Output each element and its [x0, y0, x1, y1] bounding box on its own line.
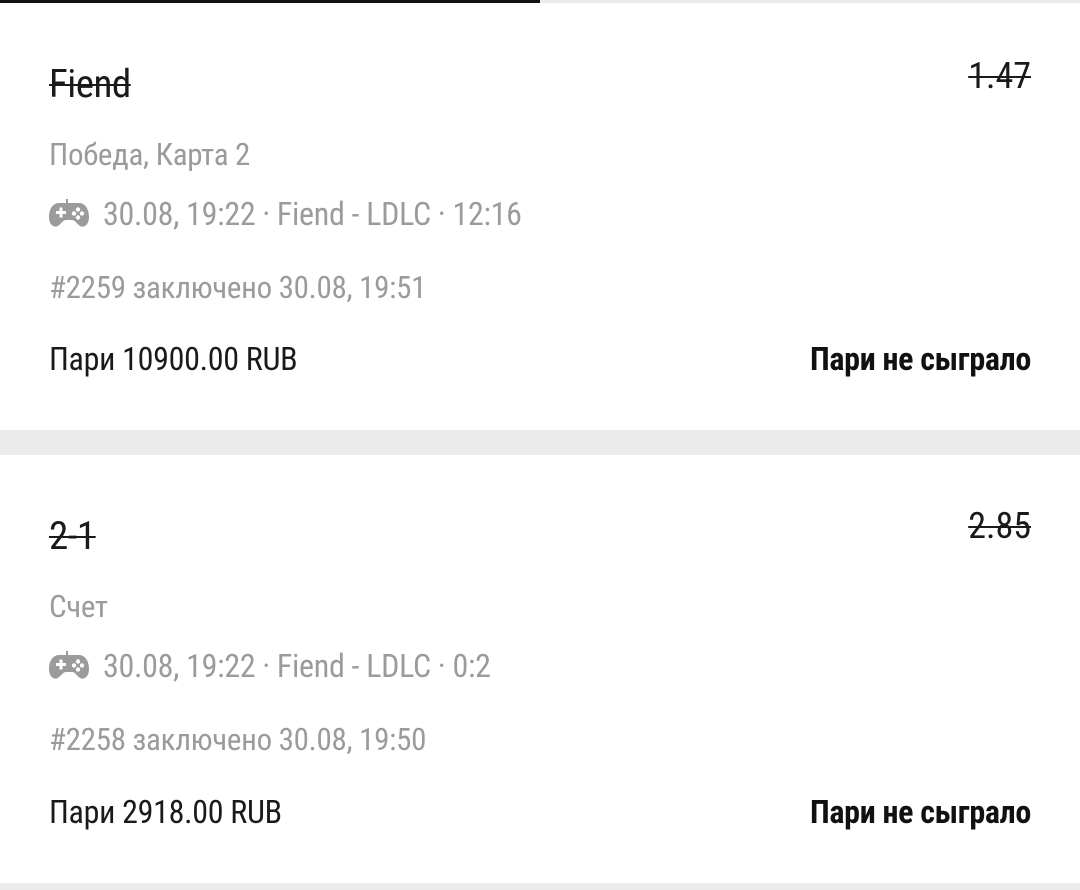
event-info-text: 30.08, 19:22 · Fiend - LDLC · 12:16	[103, 195, 522, 233]
bet-card[interactable]: Fiend 1.47 Победа, Карта 2 30.08, 19:22 …	[0, 3, 1080, 430]
gamepad-icon	[49, 199, 89, 227]
bet-stake: Пари 10900.00 RUB	[49, 340, 298, 378]
event-info-text: 30.08, 19:22 · Fiend - LDLC · 0:2	[103, 647, 491, 685]
bet-odds: 1.47	[968, 55, 1031, 97]
event-info-row: 30.08, 19:22 · Fiend - LDLC · 12:16	[49, 195, 522, 233]
bet-stake: Пари 2918.00 RUB	[49, 793, 282, 831]
bet-id-line: #2258 заключено 30.08, 19:50	[49, 721, 427, 758]
bet-id-line: #2259 заключено 30.08, 19:51	[49, 269, 427, 306]
bet-odds: 2.85	[968, 505, 1031, 547]
bet-market: Счет	[49, 588, 108, 625]
event-info-row: 30.08, 19:22 · Fiend - LDLC · 0:2	[49, 647, 491, 685]
bet-selection: Fiend	[49, 61, 131, 107]
bet-status: Пари не сыграло	[810, 340, 1031, 378]
bet-status: Пари не сыграло	[810, 793, 1031, 831]
bet-card[interactable]: 2-1 2.85 Счет 30.08, 19:22 · Fiend - LDL…	[0, 455, 1080, 883]
bet-selection: 2-1	[49, 513, 96, 559]
bet-market: Победа, Карта 2	[49, 136, 251, 173]
gamepad-icon	[49, 651, 89, 679]
